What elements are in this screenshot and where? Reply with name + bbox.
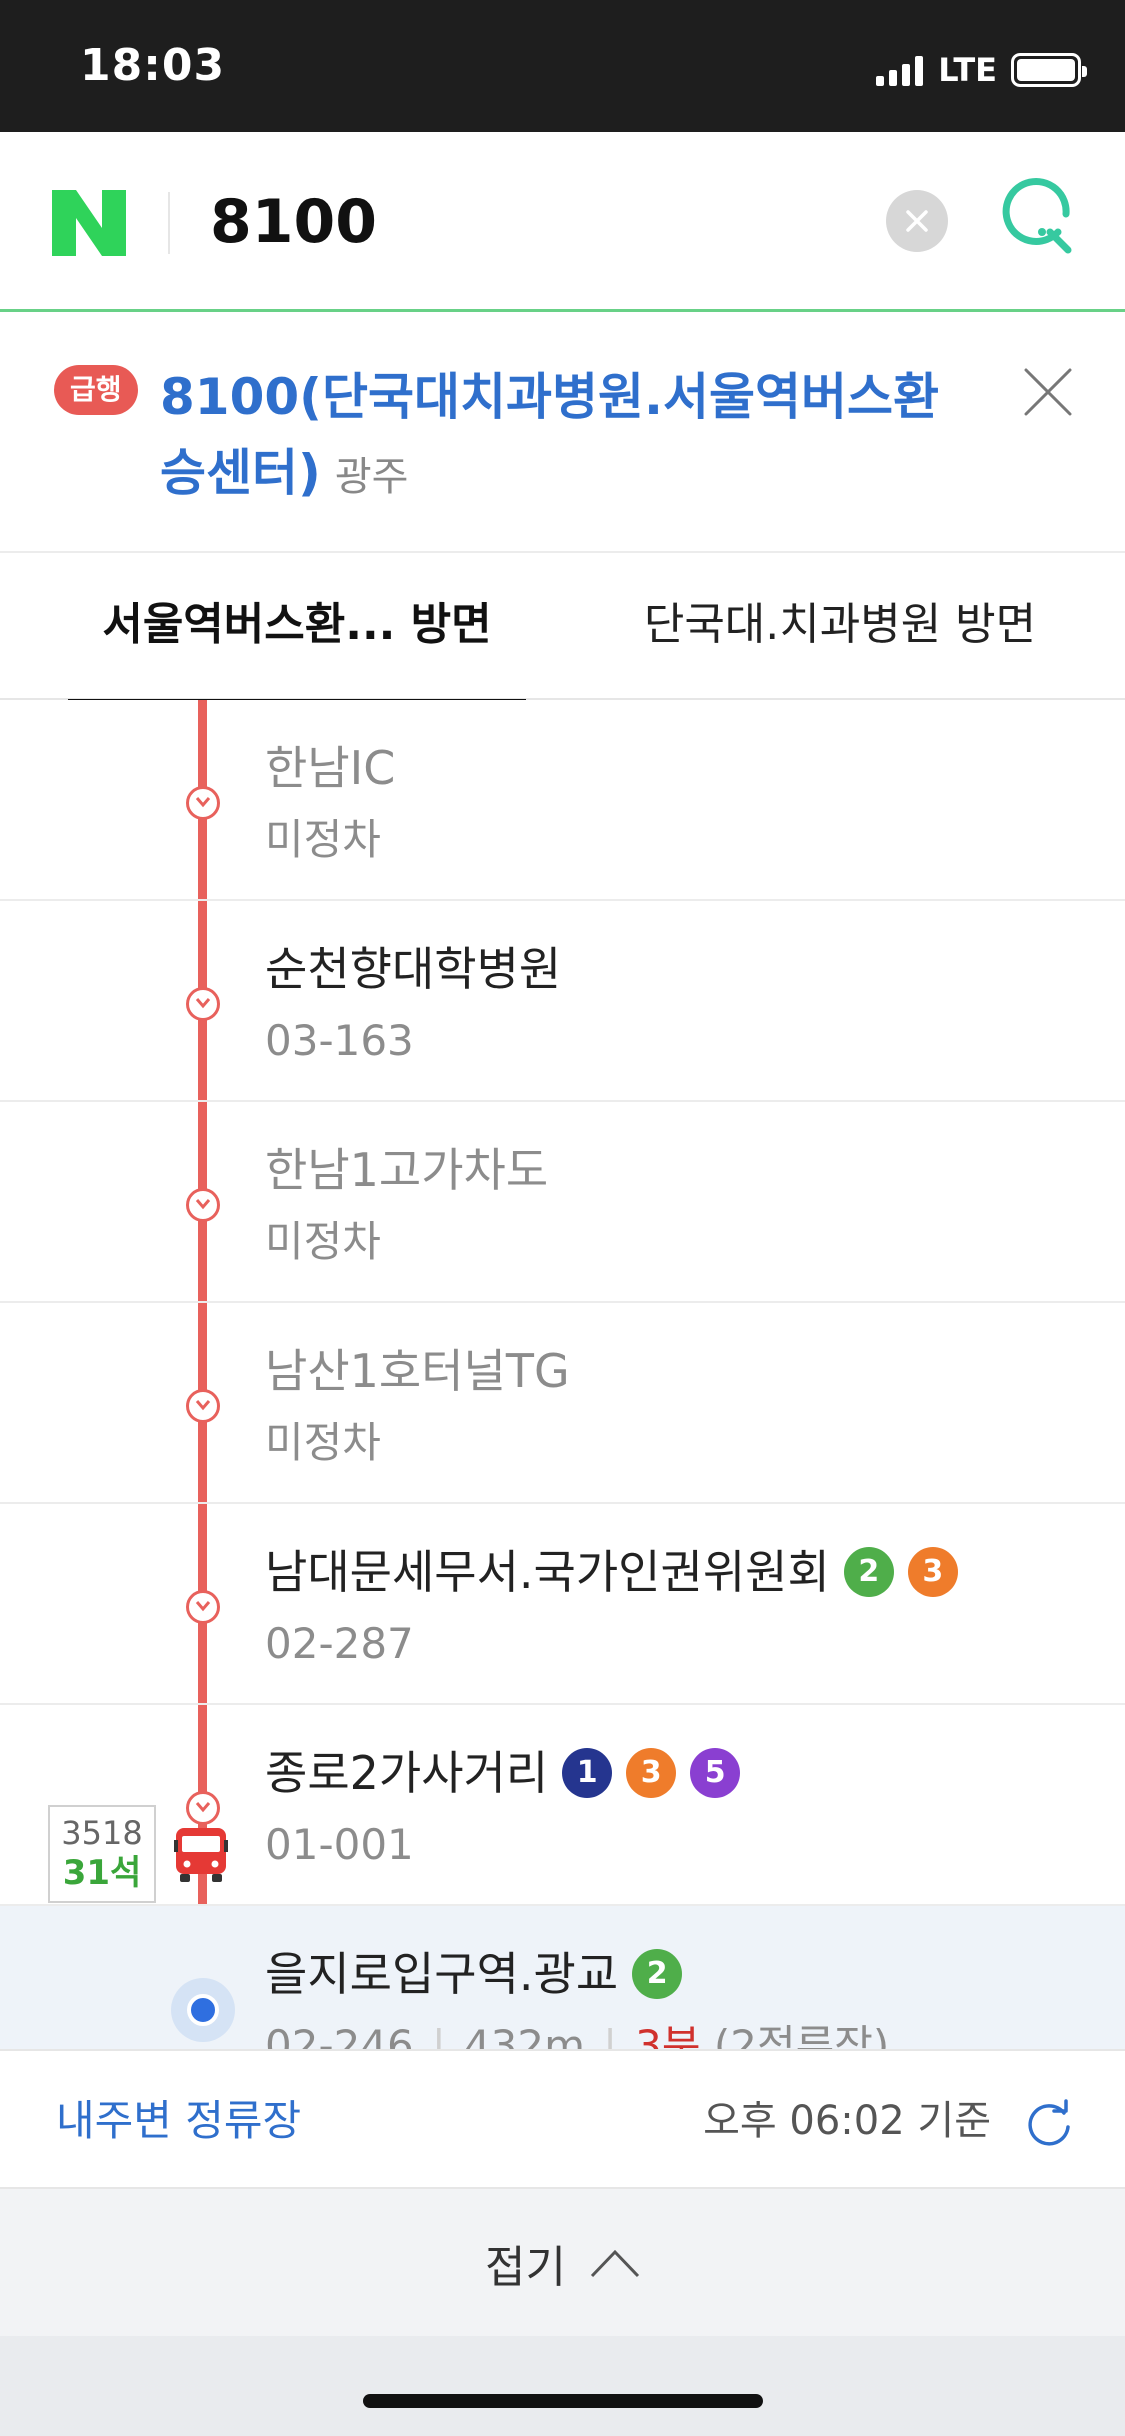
subway-line-badge: 5 — [690, 1748, 741, 1798]
update-time: 오후 06:02 기준 — [703, 2098, 991, 2144]
route-region: 광주 — [334, 454, 409, 500]
nearby-bar: 내주변 정류장 오후 06:02 기준 — [0, 2049, 1125, 2189]
clear-search-button[interactable] — [886, 190, 948, 252]
stop-id: 01-001 — [265, 1820, 414, 1869]
route-name: 8100(단국대치과병원.서울역버스환승센터) — [160, 368, 940, 502]
clear-icon — [906, 210, 928, 232]
stop-sub-info: 02-246 | 432m | 3분 (2정류장) — [265, 2018, 889, 2049]
search-input[interactable] — [210, 184, 850, 260]
stop-sub: 미정차 — [265, 815, 381, 864]
close-icon — [1024, 368, 1072, 416]
tab-seoul-station[interactable]: 서울역버스환... 방면 — [68, 555, 526, 702]
stop-sub: 미정차 — [265, 1418, 381, 1467]
stop-id: 02-246 — [265, 2021, 414, 2049]
search-button[interactable] — [996, 176, 1080, 260]
stop-marker-icon — [186, 1590, 220, 1624]
tab-dankook[interactable]: 단국대.치과병원 방면 — [600, 555, 1080, 700]
list-item[interactable]: 순천향대학병원 03-163 — [0, 901, 1125, 1102]
battery-icon — [1011, 53, 1087, 87]
refresh-button[interactable] — [1024, 2099, 1074, 2149]
stop-list[interactable]: 한남IC 미정차 순천향대학병원 03-163 한남1고가차도 미정차 남산1호… — [0, 700, 1125, 2049]
stop-name-row: 남대문세무서.국가인권위원회 2 3 — [265, 1542, 958, 1602]
stop-sub: 미정차 — [265, 1217, 381, 1266]
bus-icon[interactable] — [170, 1824, 232, 1886]
stop-name: 순천향대학병원 — [265, 942, 562, 996]
collapse-bar: 접기 — [0, 2189, 1125, 2336]
refresh-icon — [1028, 2099, 1070, 2146]
stop-name: 한남IC — [265, 741, 396, 795]
stop-name-row: 을지로입구역.광교 2 — [265, 1944, 683, 2004]
stop-marker-icon — [186, 1791, 220, 1825]
stop-name: 남산1호터널TG — [265, 1344, 570, 1398]
route-header: 급행 8100(단국대치과병원.서울역버스환승센터) 광주 — [0, 315, 1125, 553]
home-area — [0, 2336, 1125, 2436]
network-type: LTE — [938, 51, 997, 89]
close-button[interactable] — [1022, 366, 1074, 418]
bus-eta: 3분 — [635, 2021, 701, 2049]
stop-id: 03-163 — [265, 1016, 414, 1065]
collapse-button[interactable]: 접기 — [0, 2189, 1125, 2336]
stop-marker-icon — [186, 987, 220, 1021]
stop-name: 남대문세무서.국가인권위원회 — [265, 1545, 830, 1599]
subway-line-badge: 2 — [632, 1949, 683, 1999]
route-title: 8100(단국대치과병원.서울역버스환승센터) 광주 — [160, 359, 980, 515]
search-icon — [1002, 178, 1072, 254]
bus-tag[interactable]: 3518 31석 — [48, 1805, 156, 1903]
list-item[interactable]: 종로2가사거리 1 3 5 01-001 — [0, 1705, 1125, 1906]
status-time: 18:03 — [80, 40, 226, 91]
list-item[interactable]: 한남IC 미정차 — [0, 700, 1125, 901]
stop-name: 종로2가사거리 — [265, 1746, 549, 1800]
chevron-up-icon — [590, 2249, 640, 2277]
subway-line-badge: 3 — [626, 1748, 677, 1798]
collapse-label: 접기 — [485, 2241, 566, 2293]
list-item-current[interactable]: 을지로입구역.광교 2 02-246 | 432m | 3분 (2정류장) — [0, 1906, 1125, 2049]
search-divider — [168, 192, 170, 254]
list-item[interactable]: 남산1호터널TG 미정차 — [0, 1303, 1125, 1504]
bus-plate: 3518 — [61, 1814, 143, 1852]
stop-marker-icon — [186, 786, 220, 820]
bus-seats: 31석 — [62, 1853, 142, 1893]
search-bar — [0, 132, 1125, 312]
current-location-marker — [171, 1978, 235, 2042]
list-item[interactable]: 남대문세무서.국가인권위원회 2 3 02-287 — [0, 1504, 1125, 1705]
stop-name: 한남1고가차도 — [265, 1143, 549, 1197]
home-indicator[interactable] — [363, 2394, 763, 2408]
stop-name: 을지로입구역.광교 — [265, 1947, 619, 2001]
stop-marker-icon — [186, 1188, 220, 1222]
nearby-stops-link[interactable]: 내주변 정류장 — [56, 2091, 301, 2151]
direction-tabs: 서울역버스환... 방면 단국대.치과병원 방면 — [0, 555, 1125, 702]
signal-icon — [876, 54, 928, 86]
express-badge: 급행 — [54, 365, 138, 415]
list-item[interactable]: 한남1고가차도 미정차 — [0, 1102, 1125, 1303]
stop-marker-icon — [186, 1389, 220, 1423]
stop-id: 02-287 — [265, 1619, 414, 1668]
naver-logo[interactable] — [52, 190, 126, 256]
stops-away: (2정류장) — [713, 2021, 890, 2049]
subway-line-badge: 2 — [843, 1547, 894, 1597]
stop-name-row: 종로2가사거리 1 3 5 — [265, 1743, 741, 1803]
subway-line-badge: 3 — [907, 1547, 958, 1597]
stop-distance: 432m — [463, 2021, 585, 2049]
status-indicators: LTE — [876, 48, 1087, 92]
status-bar: 18:03 LTE — [0, 0, 1125, 132]
subway-line-badge: 1 — [562, 1748, 613, 1798]
